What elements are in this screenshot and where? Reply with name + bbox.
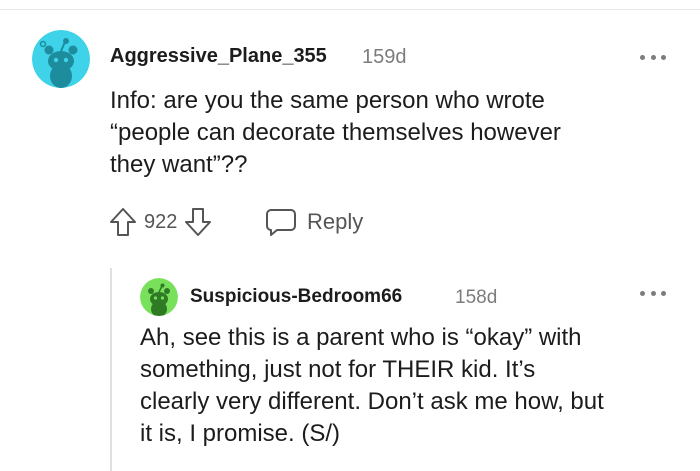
vote-score: 922 <box>144 210 178 233</box>
vote-bar: 922 <box>108 204 213 240</box>
reply-label: Reply <box>307 209 364 234</box>
comment-body-line: Info: are you the same person who wrote <box>110 87 545 114</box>
upvote-arrow-icon[interactable] <box>108 206 138 238</box>
more-options-icon[interactable] <box>640 287 666 299</box>
more-options-icon[interactable] <box>640 51 666 63</box>
comment-age: 159d <box>362 46 407 68</box>
reply-body-line: Ah, see this is a parent who is “okay” w… <box>140 324 582 351</box>
reply-body-line: something, just not for THEIR kid. It’s <box>140 356 536 383</box>
reply-body-line: it is, I promise. (S/) <box>140 420 341 447</box>
thread-line[interactable] <box>110 268 112 471</box>
speech-bubble-icon <box>266 209 296 236</box>
top-divider <box>0 9 700 10</box>
comment-username[interactable]: Aggressive_Plane_355 <box>110 45 327 68</box>
snoo-avatar-icon <box>140 278 178 316</box>
reply-username[interactable]: Suspicious-Bedroom66 <box>190 286 402 308</box>
reply-body: Ah, see this is a parent who is “okay” w… <box>140 322 680 450</box>
reply-button[interactable]: Reply <box>265 204 363 240</box>
user-avatar[interactable] <box>32 30 90 88</box>
downvote-arrow-icon[interactable] <box>183 206 213 238</box>
comment-body-line: they want”?? <box>110 151 248 178</box>
reply-age: 158d <box>455 287 498 308</box>
reply-user-avatar[interactable] <box>140 278 178 316</box>
comment-body: Info: are you the same person who wrote … <box>110 85 670 181</box>
comment-body-line: “people can decorate themselves however <box>110 119 561 146</box>
reply-body-line: clearly very different. Don’t ask me how… <box>140 388 604 415</box>
snoo-avatar-icon <box>32 30 90 88</box>
